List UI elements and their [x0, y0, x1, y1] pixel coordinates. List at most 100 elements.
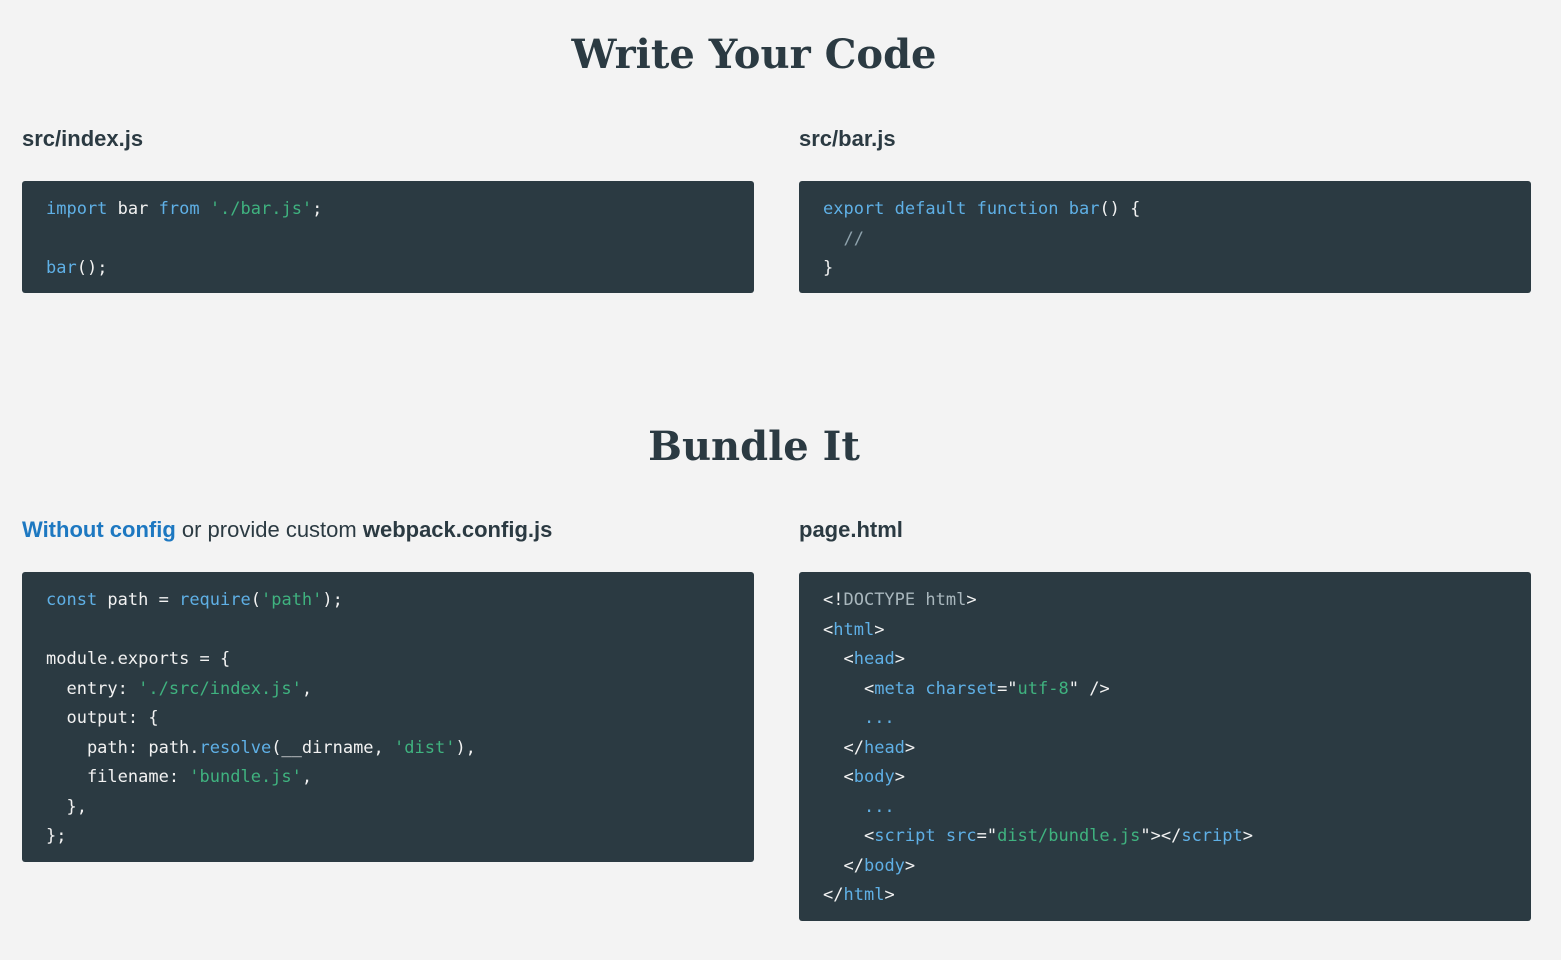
- code-token: () {: [1099, 199, 1141, 219]
- without-config-link[interactable]: Without config: [22, 517, 176, 542]
- code-line: entry: './src/index.js',: [46, 675, 730, 705]
- code-line: module.exports = {: [46, 645, 730, 675]
- code-token: script: [1181, 826, 1243, 846]
- code-token: './src/index.js': [138, 678, 302, 699]
- code-line: }: [823, 254, 1507, 284]
- code-line: ...: [823, 704, 1507, 734]
- section-title-bundle-it: Bundle It: [648, 423, 860, 470]
- code-token: output: {: [46, 708, 159, 728]
- code-line: bar();: [46, 254, 730, 284]
- file-heading-bar-js: src/bar.js: [799, 126, 896, 151]
- config-heading: Without config or provide custom webpack…: [22, 516, 552, 544]
- code-token: =": [976, 826, 998, 846]
- code-token: function: [976, 199, 1059, 219]
- code-line: ...: [823, 793, 1507, 823]
- code-token: 'bundle.js': [189, 767, 302, 787]
- code-token: <: [823, 619, 834, 640]
- code-line: export default function bar() {: [823, 195, 1507, 225]
- code-token: resolve: [199, 737, 272, 758]
- code-token: meta: [874, 678, 916, 699]
- code-token: >: [966, 590, 977, 610]
- code-token: ,: [301, 767, 313, 787]
- code-token: };: [46, 826, 67, 846]
- code-token: dist/bundle.js: [997, 826, 1141, 846]
- code-token: require: [179, 590, 251, 610]
- code-token: //: [843, 228, 864, 249]
- code-token: },: [46, 796, 87, 817]
- code-token: <: [863, 826, 875, 846]
- code-token: >: [874, 619, 885, 640]
- code-token: bar: [107, 199, 159, 219]
- code-token: bar: [1068, 199, 1100, 219]
- code-token: >: [904, 737, 916, 758]
- code-token: body: [853, 767, 895, 787]
- code-line: <html>: [823, 616, 1507, 646]
- code-token: <: [863, 678, 875, 699]
- code-line: output: {: [46, 704, 730, 734]
- code-token: </: [843, 737, 864, 758]
- code-token: </: [843, 855, 864, 876]
- code-block-index-js: import bar from './bar.js'; bar();: [22, 181, 754, 293]
- code-token: >: [884, 885, 895, 905]
- code-token: >: [894, 767, 905, 787]
- code-line: path: path.resolve(__dirname, 'dist'),: [46, 734, 730, 764]
- code-token: from: [158, 199, 200, 219]
- code-line: const path = require('path');: [46, 586, 730, 616]
- code-token: (__dirname,: [271, 737, 395, 758]
- code-token: <!: [823, 590, 844, 610]
- section-title-write-your-code: Write Your Code: [571, 31, 937, 78]
- config-heading-middle-text: or provide custom: [175, 517, 363, 542]
- code-token: html: [843, 885, 885, 905]
- code-token: script: [874, 826, 936, 846]
- code-token: <: [843, 767, 854, 787]
- code-token: head: [853, 649, 895, 669]
- code-block-webpack-config: const path = require('path'); module.expo…: [22, 572, 754, 862]
- code-token: exports = {: [117, 649, 231, 669]
- file-heading-page-html: page.html: [799, 517, 903, 542]
- code-token: ),: [455, 737, 476, 758]
- code-line: <body>: [823, 763, 1507, 793]
- code-line: </body>: [823, 852, 1507, 882]
- code-token: 'dist': [394, 737, 456, 758]
- code-token: ...: [863, 796, 895, 817]
- code-line: import bar from './bar.js';: [46, 195, 730, 225]
- code-token: 'path': [260, 590, 323, 610]
- code-block-bar-js: export default function bar() { //}: [799, 181, 1531, 293]
- code-line: };: [46, 822, 730, 852]
- code-token: charset: [925, 678, 998, 699]
- code-token: default: [894, 199, 967, 219]
- code-token: bar: [46, 258, 77, 278]
- code-token: >: [1242, 826, 1253, 846]
- code-line: <!DOCTYPE html>: [823, 586, 1507, 616]
- code-token: entry:: [46, 678, 139, 699]
- code-token: html: [833, 619, 875, 640]
- code-line: <head>: [823, 645, 1507, 675]
- code-line: <meta charset="utf-8" />: [823, 675, 1507, 705]
- code-token: src: [945, 826, 977, 846]
- code-token: ,: [301, 678, 313, 699]
- code-token: " />: [1068, 678, 1110, 699]
- code-token: >: [894, 649, 905, 669]
- code-token: import: [46, 199, 108, 219]
- code-token: head: [863, 737, 905, 758]
- file-heading-index-js: src/index.js: [22, 126, 144, 151]
- config-heading-filename: webpack.config.js: [362, 517, 553, 542]
- code-block-page-html: <!DOCTYPE html> <html> <head> <meta chars…: [799, 572, 1531, 921]
- code-line: filename: 'bundle.js',: [46, 763, 730, 793]
- code-line: <script src="dist/bundle.js"></script>: [823, 822, 1507, 852]
